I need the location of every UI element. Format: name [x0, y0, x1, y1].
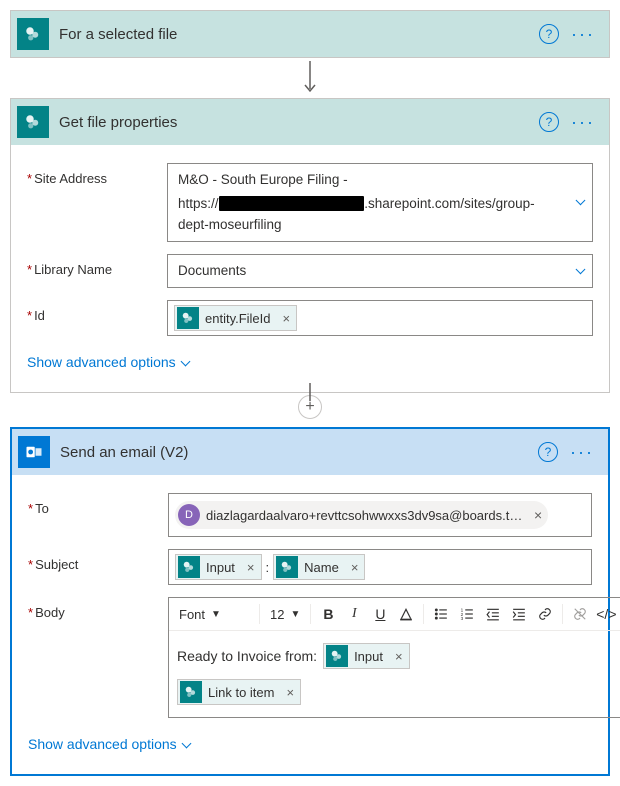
- remove-token-icon[interactable]: ×: [283, 311, 291, 326]
- label-site-address: Site Address: [27, 163, 167, 186]
- number-list-button[interactable]: 123: [456, 602, 478, 626]
- underline-button[interactable]: U: [369, 602, 391, 626]
- dynamic-token-entity-fileid[interactable]: entity.FileId ×: [174, 305, 297, 331]
- font-size-select[interactable]: 12▼: [266, 605, 304, 624]
- show-advanced-options-link[interactable]: Show advanced options: [11, 342, 609, 386]
- bold-button[interactable]: B: [317, 602, 339, 626]
- remove-token-icon[interactable]: ×: [286, 685, 294, 700]
- recipient-chip[interactable]: D diazlagardaalvaro+revttcsohwwxxs3dv9sa…: [175, 501, 548, 529]
- card-send-email[interactable]: Send an email (V2) ? ··· To D diazlagard…: [10, 427, 610, 776]
- id-field[interactable]: entity.FileId ×: [167, 300, 593, 336]
- help-icon[interactable]: ?: [539, 24, 559, 44]
- chevron-down-icon: [182, 354, 189, 370]
- card-header[interactable]: Send an email (V2) ? ···: [12, 429, 608, 475]
- site-address-value-line1: M&O - South Europe Filing -: [178, 170, 562, 190]
- card-header[interactable]: Get file properties ? ···: [11, 99, 609, 145]
- library-name-select[interactable]: Documents: [167, 254, 593, 288]
- help-icon[interactable]: ?: [539, 112, 559, 132]
- bullet-list-button[interactable]: [430, 602, 452, 626]
- body-content[interactable]: Ready to Invoice from: Input × Link to i…: [169, 631, 620, 717]
- sharepoint-icon: [178, 556, 200, 578]
- link-button[interactable]: [534, 602, 556, 626]
- card-title: For a selected file: [59, 26, 539, 43]
- outdent-button[interactable]: [482, 602, 504, 626]
- redacted-tenant: xxxxxxxxxxxxxxxxxxxxx: [219, 196, 365, 211]
- code-view-button[interactable]: </>: [595, 602, 617, 626]
- connector-arrow: [10, 58, 610, 98]
- more-menu-icon[interactable]: ···: [571, 29, 595, 39]
- italic-button[interactable]: I: [343, 602, 365, 626]
- sharepoint-icon: [17, 106, 49, 138]
- to-field[interactable]: D diazlagardaalvaro+revttcsohwwxxs3dv9sa…: [168, 493, 592, 537]
- subject-separator: :: [266, 560, 270, 575]
- body-text: Ready to Invoice from:: [177, 648, 317, 664]
- card-title: Get file properties: [59, 114, 539, 131]
- card-get-file-properties[interactable]: Get file properties ? ··· Site Address M…: [10, 98, 610, 393]
- editor-toolbar: Font▼ 12▼ B I U 123: [169, 598, 620, 631]
- remove-token-icon[interactable]: ×: [247, 560, 255, 575]
- dynamic-token-input[interactable]: Input ×: [175, 554, 262, 580]
- card-header[interactable]: For a selected file ? ···: [11, 11, 609, 57]
- remove-token-icon[interactable]: ×: [395, 649, 403, 664]
- outlook-icon: [18, 436, 50, 468]
- sharepoint-icon: [177, 307, 199, 329]
- connector-add: +: [10, 393, 610, 421]
- indent-button[interactable]: [508, 602, 530, 626]
- clear-format-button[interactable]: [569, 602, 591, 626]
- sharepoint-icon: [276, 556, 298, 578]
- dynamic-token-link-to-item[interactable]: Link to item ×: [177, 679, 301, 705]
- chevron-down-icon: [577, 192, 584, 212]
- site-address-select[interactable]: M&O - South Europe Filing - https://xxxx…: [167, 163, 593, 242]
- font-color-button[interactable]: [395, 602, 417, 626]
- label-body: Body: [28, 597, 168, 620]
- chevron-down-icon: [183, 736, 190, 752]
- label-subject: Subject: [28, 549, 168, 572]
- sharepoint-icon: [180, 681, 202, 703]
- label-library-name: Library Name: [27, 254, 167, 277]
- svg-text:3: 3: [461, 616, 464, 621]
- sharepoint-icon: [17, 18, 49, 50]
- sharepoint-icon: [326, 645, 348, 667]
- more-menu-icon[interactable]: ···: [570, 447, 594, 457]
- subject-field[interactable]: Input × : Name ×: [168, 549, 592, 585]
- show-advanced-options-link[interactable]: Show advanced options: [12, 724, 608, 768]
- avatar: D: [178, 504, 200, 526]
- dynamic-token-name[interactable]: Name ×: [273, 554, 365, 580]
- remove-recipient-icon[interactable]: ×: [534, 507, 542, 523]
- more-menu-icon[interactable]: ···: [571, 117, 595, 127]
- font-family-select[interactable]: Font▼: [175, 605, 253, 624]
- help-icon[interactable]: ?: [538, 442, 558, 462]
- label-to: To: [28, 493, 168, 516]
- body-editor: Font▼ 12▼ B I U 123: [168, 597, 620, 718]
- chevron-down-icon: [577, 261, 584, 281]
- dynamic-token-input[interactable]: Input ×: [323, 643, 410, 669]
- remove-token-icon[interactable]: ×: [351, 560, 359, 575]
- label-id: Id: [27, 300, 167, 323]
- card-trigger[interactable]: For a selected file ? ···: [10, 10, 610, 58]
- card-title: Send an email (V2): [60, 444, 538, 461]
